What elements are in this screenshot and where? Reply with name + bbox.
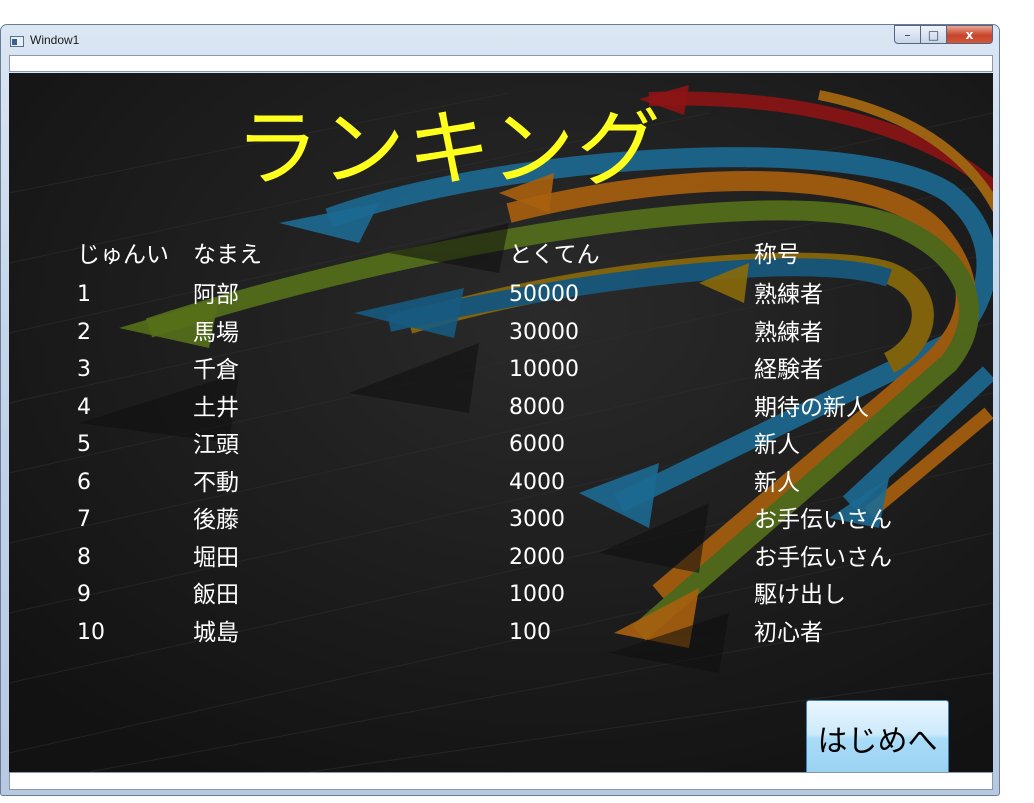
rank-cell: 5 — [77, 432, 91, 457]
rank-title-cell: 新人 — [754, 469, 800, 496]
score-cell: 10000 — [509, 357, 579, 382]
score-cell: 4000 — [509, 469, 565, 495]
rank-title-column: 熟練者 熟練者 経験者 期待の新人 新人 新人 お手伝いさん お手伝いさん 駆け… — [754, 280, 892, 655]
rank-title-cell: お手伝いさん — [754, 507, 892, 533]
rank-title-cell: 駆け出し — [754, 582, 846, 608]
score-cell: 100 — [509, 619, 551, 645]
score-column: 50000 30000 10000 8000 6000 4000 3000 20… — [509, 280, 579, 655]
score-cell: 30000 — [509, 319, 579, 345]
rank-cell: 1 — [77, 282, 91, 307]
title-bar[interactable]: Window1 – □ x — [1, 25, 999, 55]
rank-title-cell: 熟練者 — [754, 282, 823, 308]
rank-title-cell: 熟練者 — [754, 319, 823, 346]
rank-cell: 6 — [77, 469, 91, 495]
rank-cell: 8 — [77, 544, 91, 570]
window-title: Window1 — [30, 33, 80, 47]
header-rank: じゅんい — [77, 242, 169, 268]
minimize-button[interactable]: – — [894, 25, 921, 44]
name-cell: 馬場 — [193, 319, 239, 346]
name-cell: 土井 — [193, 394, 239, 421]
rank-cell: 10 — [77, 619, 105, 645]
score-cell: 6000 — [509, 432, 565, 457]
header-score: とくてん — [509, 242, 600, 268]
score-cell: 8000 — [509, 394, 565, 420]
name-cell: 千倉 — [193, 357, 239, 383]
name-cell: 後藤 — [193, 507, 239, 533]
header-name: なまえ — [193, 242, 262, 268]
score-cell: 3000 — [509, 507, 565, 532]
window-app-icon — [10, 36, 24, 47]
rank-cell: 4 — [77, 394, 91, 420]
name-cell: 飯田 — [193, 582, 239, 608]
ranking-screen: ランキング じゅんい なまえ とくてん 称号 1 2 3 4 5 6 7 8 9… — [9, 73, 993, 772]
back-to-start-button[interactable]: はじめへ — [806, 700, 949, 772]
rank-cell: 3 — [77, 357, 91, 382]
rank-cell: 7 — [77, 507, 91, 532]
name-cell: 江頭 — [193, 432, 239, 458]
menu-bar — [9, 55, 993, 72]
rank-column: 1 2 3 4 5 6 7 8 9 10 — [77, 280, 105, 655]
rank-title-cell: お手伝いさん — [754, 544, 892, 571]
status-bar — [9, 772, 993, 790]
ranking-title: ランキング — [235, 100, 663, 198]
rank-title-cell: 経験者 — [754, 357, 823, 383]
name-cell: 堀田 — [193, 544, 239, 571]
name-cell: 阿部 — [193, 282, 239, 308]
app-window: Window1 – □ x ランキング じゅんい なまえ とくてん 称号 1 2… — [0, 24, 1000, 796]
rank-cell: 9 — [77, 582, 91, 607]
name-cell: 城島 — [193, 619, 239, 646]
header-rank-title: 称号 — [754, 242, 800, 268]
name-column: 阿部 馬場 千倉 土井 江頭 不動 後藤 堀田 飯田 城島 — [193, 280, 239, 655]
close-button[interactable]: x — [947, 25, 993, 44]
score-cell: 50000 — [509, 282, 579, 307]
rank-cell: 2 — [77, 319, 91, 345]
window-controls: – □ x — [894, 25, 993, 45]
rank-title-cell: 初心者 — [754, 619, 823, 646]
score-cell: 2000 — [509, 544, 565, 570]
rank-title-cell: 新人 — [754, 432, 800, 458]
maximize-button[interactable]: □ — [921, 25, 947, 44]
name-cell: 不動 — [193, 469, 239, 496]
score-cell: 1000 — [509, 582, 565, 607]
rank-title-cell: 期待の新人 — [754, 394, 869, 421]
